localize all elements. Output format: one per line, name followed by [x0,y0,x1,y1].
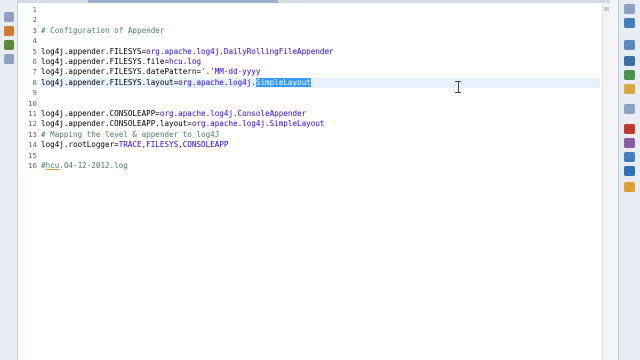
selected-text: SimpleLayout [255,77,311,87]
line-number: 13 [28,129,37,139]
code-line[interactable]: log4j.appender.CONSOLEAPP.layout=org.apa… [41,119,324,129]
line-number: 3 [32,25,37,35]
outline-icon[interactable] [624,18,635,28]
code-line[interactable]: # Configuration of Appender [41,26,164,36]
error-icon[interactable] [624,124,635,134]
property-value: org.apache.log4j.ConsoleAppender [159,109,307,118]
code-line[interactable]: log4j.appender.FILESYS.datePattern='.'MM… [41,67,260,77]
line-number: 6 [32,57,37,66]
line-number: 9 [32,88,37,98]
task-icon[interactable] [4,54,14,64]
right-trim-toolbar [618,0,640,360]
code-line[interactable]: log4j.appender.FILESYS.layout=org.apache… [41,77,311,88]
progress-icon[interactable] [624,166,635,176]
line-number: 12 [28,119,37,129]
collapse-icon[interactable] [4,12,14,22]
line-number: 10 [28,98,37,108]
property-value: TRACE,FILESYS,CONSOLEAPP [118,140,229,150]
scrollbar-thumb[interactable] [604,7,609,11]
left-trim-toolbar [0,0,18,360]
code-line[interactable]: log4j.appender.FILESYS.file=hcu.log [41,57,201,67]
hierarchy-icon[interactable] [4,26,14,36]
property-key: log4j.appender.FILESYS.file= [41,57,170,66]
code-line[interactable]: log4j.appender.CONSOLEAPP=org.apache.log… [41,109,306,119]
line-number: 8 [32,77,37,87]
undo-icon[interactable] [4,40,14,50]
property-value: hcu.log [169,57,202,66]
code-line[interactable]: log4j.rootLogger=TRACE,FILESYS,CONSOLEAP… [41,140,228,150]
property-key: log4j.rootLogger= [41,140,119,150]
property-value: '.'MM-dd-yyyy [201,67,261,77]
properties-editor[interactable]: 1 2 3 # Configuration of Appender 4 5 log4j.ap… [18,3,602,360]
vertical-scrollbar[interactable] [602,3,610,360]
property-value: org.apache.log4j.SimpleLayout [191,119,325,129]
property-value: org.apache.log4j.DailyRollingFileAppende… [146,46,334,56]
comment-text: # Mapping the level & appender to log4J [41,129,220,139]
maximize-icon[interactable] [624,4,635,14]
property-key: log4j.appender.FILESYS.layout= [41,77,179,87]
tasks-icon[interactable] [624,70,635,80]
line-number: 7 [32,67,37,77]
list-icon[interactable] [624,40,635,50]
line-number: 14 [28,140,37,150]
comment-text: # Configuration of Appender [41,25,165,35]
line-number: 11 [28,109,37,118]
code-line[interactable]: #hcu.04-12-2012.log [41,161,128,171]
property-value: org.apache.log4j. [178,77,256,87]
property-key: log4j.appender.CONSOLEAPP.layout= [41,119,192,129]
minimize-icon[interactable] [624,104,635,114]
divider [610,0,618,360]
code-line[interactable]: # Mapping the level & appender to log4J [41,130,219,140]
line-number: 1 [32,5,37,14]
property-key: log4j.appender.FILESYS= [41,46,147,56]
text-cursor-ibeam [455,81,461,93]
line-number: 15 [28,150,37,160]
code-area[interactable]: 1 2 3 # Configuration of Appender 4 5 log4j.ap… [28,3,602,360]
spellcheck-word: hcu [45,161,60,170]
history-icon[interactable] [624,152,635,162]
property-key: log4j.appender.CONSOLEAPP= [41,109,160,118]
note-icon[interactable] [624,84,635,94]
console-icon[interactable] [624,56,635,66]
line-number: 4 [32,36,37,46]
line-number: 2 [32,15,37,25]
line-number: 5 [32,46,37,56]
line-number: 16 [28,161,37,170]
comment-text: .04-12-2012.log [59,161,128,170]
debug-icon[interactable] [624,182,635,192]
search-icon[interactable] [624,138,635,148]
code-line[interactable]: log4j.appender.FILESYS=org.apache.log4j.… [41,47,334,57]
property-key: log4j.appender.FILESYS.datePattern= [41,67,202,77]
